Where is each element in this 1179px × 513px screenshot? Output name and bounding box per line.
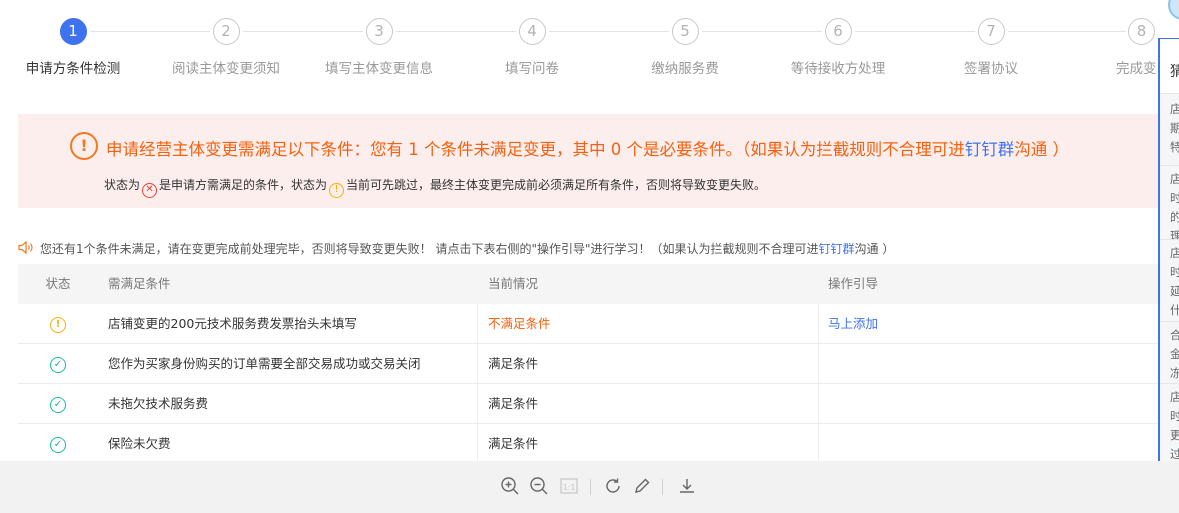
current-status: 不满足条件 xyxy=(488,316,551,331)
step-label: 缴纳服务费 xyxy=(651,61,719,77)
step-label: 阅读主体变更须知 xyxy=(172,61,280,77)
notice-bar: 您还有1个条件未满足，请在变更完成前处理完毕，否则将导致变更失败！ 请点击下表右… xyxy=(18,240,894,258)
conditions-alert: ! 申请经营主体变更需满足以下条件：您有 1 个条件未满足变更，其中 0 个是必… xyxy=(18,114,1179,208)
check-circle-icon: ✓ xyxy=(50,396,66,413)
step-label: 填写主体变更信息 xyxy=(325,61,433,77)
table-row: ✓ 未拖欠技术服务费 满足条件 xyxy=(18,384,1179,424)
current-status: 满足条件 xyxy=(488,356,539,371)
step-number: 7 xyxy=(977,18,1005,45)
step-label: 填写问卷 xyxy=(505,61,559,77)
rotate-icon[interactable] xyxy=(602,476,624,498)
step-label: 等待接收方处理 xyxy=(790,61,886,77)
step-number: 5 xyxy=(671,18,699,45)
step-number: 6 xyxy=(824,18,852,45)
check-circle-icon: ✓ xyxy=(50,356,66,373)
table-row: ✓ 保险未欠费 满足条件 xyxy=(18,424,1179,464)
step-number: 8 xyxy=(1128,18,1155,45)
conditions-table: 状态 需满足条件 当前情况 操作引导 ! 店铺变更的200元技术服务费发票抬头未… xyxy=(18,264,1179,464)
dingtalk-group-link[interactable]: 钉钉群 xyxy=(819,242,855,256)
fit-label: 1:1 xyxy=(563,483,576,492)
progress-stepper: 1 申请方条件检测 2 阅读主体变更须知 3 填写主体变更信息 4 填写问卷 5… xyxy=(0,0,1179,90)
current-status: 满足条件 xyxy=(488,396,539,411)
condition-text: 您作为买家身份购买的订单需要全部交易成功或交易关闭 xyxy=(108,356,421,371)
alert-sub-text: 状态为 xyxy=(104,178,141,192)
step-4: 4 填写问卷 xyxy=(457,18,607,77)
step-6: 6 等待接收方处理 xyxy=(763,18,913,77)
alert-sub-text: 当前可先跳过，最终主体变更完成前必须满足所有条件，否则将导致变更失败。 xyxy=(346,178,767,192)
notice-text: 您还有1个条件未满足，请在变更完成前处理完毕，否则将导致变更失败！ 请点击下表右… xyxy=(40,242,819,256)
side-question-item[interactable]: 店 期 特 xyxy=(1160,93,1179,165)
add-now-link[interactable]: 马上添加 xyxy=(828,304,878,344)
edit-pencil-icon[interactable] xyxy=(631,476,653,498)
check-circle-icon: ✓ xyxy=(50,436,66,453)
zoom-out-icon[interactable] xyxy=(528,476,550,498)
step-7: 7 签署协议 xyxy=(916,18,1066,77)
header-guide: 操作引导 xyxy=(828,276,879,291)
step-number: 2 xyxy=(212,18,240,45)
step-5: 5 缴纳服务费 xyxy=(610,18,760,77)
help-side-panel: 猜 店 期 特 店 时 的 理 店 时 延 什 合 金 冻 店 时 更 过 xyxy=(1158,38,1179,461)
side-question-item[interactable]: 店 时 更 过 xyxy=(1160,383,1179,461)
side-question-item[interactable]: 店 时 延 什 xyxy=(1160,239,1179,321)
table-row: ✓ 您作为买家身份购买的订单需要全部交易成功或交易关闭 满足条件 xyxy=(18,344,1179,384)
warning-circle-icon: ! xyxy=(329,183,345,198)
alert-sub-text: 是申请方需满足的条件，状态为 xyxy=(159,178,328,192)
step-number: 4 xyxy=(518,18,546,45)
step-1: 1 申请方条件检测 xyxy=(0,18,148,77)
notice-text-suffix: 沟通 ） xyxy=(854,242,895,256)
table-row: ! 店铺变更的200元技术服务费发票抬头未填写 不满足条件 马上添加 xyxy=(18,304,1179,344)
condition-text: 店铺变更的200元技术服务费发票抬头未填写 xyxy=(108,316,357,331)
step-3: 3 填写主体变更信息 xyxy=(304,18,454,77)
warning-circle-icon: ! xyxy=(50,316,66,333)
speaker-icon xyxy=(18,240,34,258)
header-status: 状态 xyxy=(45,276,71,291)
table-header: 状态 需满足条件 当前情况 操作引导 xyxy=(18,264,1179,304)
zoom-in-icon[interactable] xyxy=(499,476,521,498)
side-question-item[interactable]: 店 时 的 理 xyxy=(1160,165,1179,243)
step-number: 1 xyxy=(59,18,87,45)
step-label: 申请方条件检测 xyxy=(25,61,121,77)
step-label: 签署协议 xyxy=(964,61,1018,77)
dingtalk-group-link[interactable]: 钉钉群 xyxy=(965,140,1015,159)
header-condition: 需满足条件 xyxy=(108,276,171,291)
side-panel-title: 猜 xyxy=(1170,61,1179,81)
alert-title: 申请经营主体变更需满足以下条件：您有 1 个条件未满足变更，其中 0 个是必要条… xyxy=(106,136,1069,160)
fit-page-icon[interactable]: 1:1 xyxy=(558,476,580,498)
error-circle-icon: ✕ xyxy=(142,183,158,198)
image-viewer-toolbar: 1:1 xyxy=(0,461,1179,513)
alert-title-text: 申请经营主体变更需满足以下条件：您有 1 个条件未满足变更，其中 0 个是必要条… xyxy=(106,140,965,159)
condition-text: 保险未欠费 xyxy=(108,436,171,451)
side-question-item[interactable]: 合 金 冻 xyxy=(1160,321,1179,383)
download-icon[interactable] xyxy=(676,476,698,498)
step-number: 3 xyxy=(365,18,393,45)
condition-text: 未拖欠技术服务费 xyxy=(108,396,209,411)
alert-title-suffix: 沟通 ） xyxy=(1014,140,1069,159)
current-status: 满足条件 xyxy=(488,436,539,451)
header-current: 当前情况 xyxy=(488,276,539,291)
step-2: 2 阅读主体变更须知 xyxy=(151,18,301,77)
warning-circle-icon: ! xyxy=(70,132,98,160)
alert-subtitle: 状态为 ✕ 是申请方需满足的条件，状态为! 当前可先跳过，最终主体变更完成前必须满足所… xyxy=(104,176,766,198)
